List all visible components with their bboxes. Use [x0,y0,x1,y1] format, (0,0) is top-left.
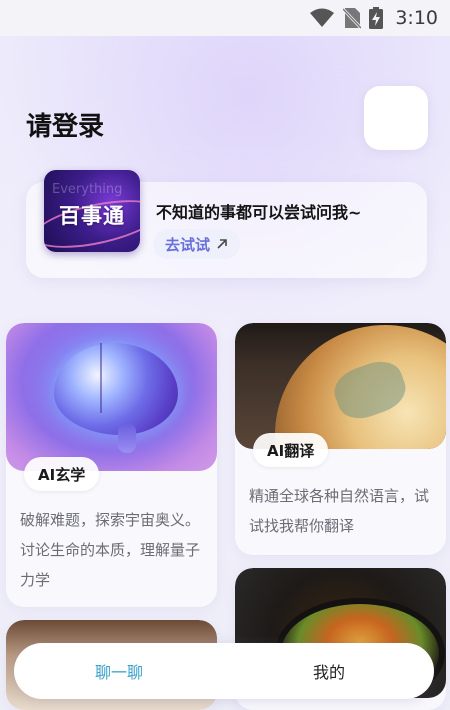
status-icons: 3:10 [309,6,438,30]
promo-text: 不知道的事都可以尝试问我~ [156,203,362,222]
card-label: AI玄学 [24,457,100,491]
status-bar: 3:10 [0,0,450,36]
globe-shape [275,325,446,449]
card-description: 破解难题，探索宇宙奥义。讨论生命的本质，理解量子力学 [20,511,201,589]
no-sim-icon [343,7,362,29]
card-label: AI翻译 [253,433,329,467]
card-ai-translate[interactable]: AI翻译 精通全球各种自然语言，试试找我帮你翻译 [235,323,446,555]
arrow-up-right-icon [217,239,227,249]
try-button[interactable]: 去试试 [153,229,241,259]
login-title[interactable]: 请登录 [26,106,104,143]
app-logo: Everything 百事通 [44,170,140,252]
card-ai-metaphysics[interactable]: AI玄学 破解难题，探索宇宙奥义。讨论生命的本质，理解量子力学 [6,323,217,607]
card-description: 精通全球各种自然语言，试试找我帮你翻译 [249,487,430,535]
logo-ghost-text: Everything [52,182,123,197]
brain-stem [118,423,136,453]
brain-image [6,323,217,471]
brain-shape [54,343,178,435]
wifi-icon [310,8,335,27]
globe-image [235,323,446,449]
try-button-label: 去试试 [165,235,211,254]
tab-mine[interactable]: 我的 [224,643,434,699]
avatar[interactable] [364,86,428,150]
status-time: 3:10 [395,7,438,29]
logo-text: 百事通 [59,204,125,228]
bottom-nav: 聊一聊 我的 [14,643,434,699]
battery-charging-icon [369,7,384,29]
tab-chat[interactable]: 聊一聊 [14,643,224,699]
